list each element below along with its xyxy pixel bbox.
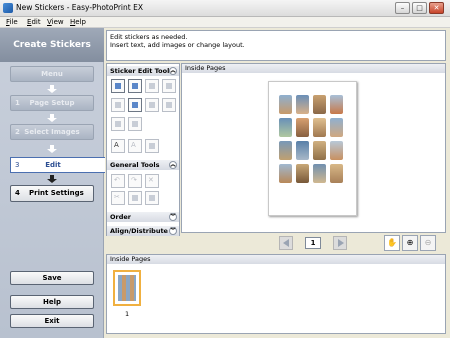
arrow-down-icon	[47, 145, 57, 153]
exit-button[interactable]: Exit	[10, 314, 94, 328]
title-bar: New Stickers - Easy-PhotoPrint EX – □ ✕	[0, 0, 450, 17]
page-thumbnail[interactable]	[113, 270, 141, 306]
sticker-photo[interactable]	[313, 141, 326, 160]
paste-icon[interactable]	[145, 191, 159, 205]
menu-file[interactable]: File	[6, 18, 18, 26]
image-settings-icon[interactable]	[111, 117, 125, 131]
instruction-line: Edit stickers as needed.	[110, 33, 188, 41]
order-title: Order	[110, 213, 131, 221]
crop-tool-icon[interactable]	[145, 79, 159, 93]
expand-icon[interactable]: ︾	[169, 227, 177, 235]
page-navigation: 1 ✋ ⊕ ⊖	[181, 234, 446, 252]
help-button[interactable]: Help	[10, 295, 94, 309]
sticker-photo[interactable]	[279, 141, 292, 160]
frame-tool-icon[interactable]	[162, 79, 176, 93]
arrow-down-icon	[47, 175, 57, 183]
inside-pages-panel: Inside Pages	[181, 63, 446, 233]
general-tools-header[interactable]: General Tools ︽	[107, 160, 179, 170]
sticker-photo[interactable]	[330, 141, 343, 160]
filter-icon[interactable]	[145, 98, 159, 112]
step-label: Edit	[45, 161, 61, 169]
arrow-down-icon	[47, 114, 57, 122]
sticker-photo[interactable]	[313, 164, 326, 183]
thumbnail-panel: Inside Pages 1	[106, 254, 446, 334]
minimize-button[interactable]: –	[395, 2, 410, 14]
window-title: New Stickers - Easy-PhotoPrint EX	[16, 3, 143, 12]
step-print-settings[interactable]: 4 Print Settings	[10, 185, 94, 202]
align-distribute-header[interactable]: Align/Distribute ︾	[107, 226, 179, 236]
step-label: Page Setup	[29, 99, 75, 107]
correct-image-icon[interactable]	[128, 117, 142, 131]
sticker-photo[interactable]	[279, 164, 292, 183]
edit-tool-icon[interactable]	[128, 79, 142, 93]
replace-image-icon[interactable]	[128, 98, 142, 112]
step-page-setup[interactable]: 1 Page Setup	[10, 95, 94, 111]
general-tools-title: General Tools	[110, 161, 160, 169]
left-panel: Create Stickers Menu 1 Page Setup 2 Sele…	[0, 28, 105, 338]
sticker-photo[interactable]	[296, 164, 309, 183]
text-tool-icon[interactable]: A	[111, 139, 125, 153]
tools-panel: Sticker Edit Tools ︽ A A General Tools ︽…	[106, 63, 180, 236]
copy-icon[interactable]	[128, 191, 142, 205]
sticker-photo[interactable]	[296, 118, 309, 137]
menu-bar: File Edit View Help	[0, 17, 450, 28]
zoom-in-icon[interactable]: ⊕	[402, 235, 418, 251]
sticker-photo[interactable]	[313, 118, 326, 137]
thumbnail-label: 1	[125, 310, 130, 318]
background-icon[interactable]	[162, 98, 176, 112]
next-page-icon[interactable]	[333, 236, 347, 250]
sticker-edit-tools-header[interactable]: Sticker Edit Tools ︽	[107, 66, 179, 76]
add-image-icon[interactable]	[111, 98, 125, 112]
page-number: 1	[305, 237, 321, 249]
menu-view[interactable]: View	[47, 18, 64, 26]
layout-tool-icon[interactable]	[111, 79, 125, 93]
step-number-icon: 4	[15, 189, 20, 197]
step-label: Print Settings	[29, 189, 84, 197]
instruction-line: Insert text, add images or change layout…	[110, 41, 245, 49]
text-shadow-icon[interactable]	[145, 139, 159, 153]
panel-title: Create Stickers	[0, 28, 104, 62]
sticker-sheet[interactable]	[268, 81, 357, 216]
delete-icon[interactable]: ✕	[145, 174, 159, 188]
hand-tool-icon[interactable]: ✋	[384, 235, 400, 251]
arrow-down-icon	[47, 85, 57, 93]
order-header[interactable]: Order ︾	[107, 212, 179, 222]
cut-icon[interactable]: ✂	[111, 191, 125, 205]
undo-icon[interactable]: ↶	[111, 174, 125, 188]
menu-edit[interactable]: Edit	[27, 18, 41, 26]
maximize-button[interactable]: □	[412, 2, 427, 14]
sticker-photo[interactable]	[330, 118, 343, 137]
prev-page-icon[interactable]	[279, 236, 293, 250]
sticker-photo[interactable]	[279, 95, 292, 114]
step-edit-active[interactable]: 3 Edit	[10, 157, 105, 173]
step-select-images[interactable]: 2 Select Images	[10, 124, 94, 140]
zoom-out-icon[interactable]: ⊖	[420, 235, 436, 251]
sticker-photo[interactable]	[296, 141, 309, 160]
app-icon	[3, 3, 13, 13]
menu-button[interactable]: Menu	[10, 66, 94, 82]
thumbnail-image	[118, 275, 136, 301]
sticker-photo[interactable]	[279, 118, 292, 137]
sticker-photo[interactable]	[296, 95, 309, 114]
save-button[interactable]: Save	[10, 271, 94, 285]
align-distribute-title: Align/Distribute	[110, 227, 168, 235]
collapse-icon[interactable]: ︽	[169, 161, 177, 169]
text-style-icon[interactable]: A	[128, 139, 142, 153]
redo-icon[interactable]: ↷	[128, 174, 142, 188]
sticker-photo[interactable]	[330, 164, 343, 183]
menu-button-label: Menu	[41, 70, 63, 78]
expand-icon[interactable]: ︾	[169, 213, 177, 221]
sticker-photo[interactable]	[330, 95, 343, 114]
collapse-icon[interactable]: ︽	[169, 67, 177, 75]
thumbnail-title: Inside Pages	[107, 255, 445, 264]
close-button[interactable]: ✕	[429, 2, 444, 14]
menu-help[interactable]: Help	[70, 18, 86, 26]
inside-pages-title: Inside Pages	[182, 64, 445, 73]
step-label: Select Images	[24, 128, 80, 136]
sticker-edit-tools-title: Sticker Edit Tools	[110, 67, 174, 75]
instructions-box: Edit stickers as needed. Insert text, ad…	[106, 30, 446, 61]
sticker-photo[interactable]	[313, 95, 326, 114]
